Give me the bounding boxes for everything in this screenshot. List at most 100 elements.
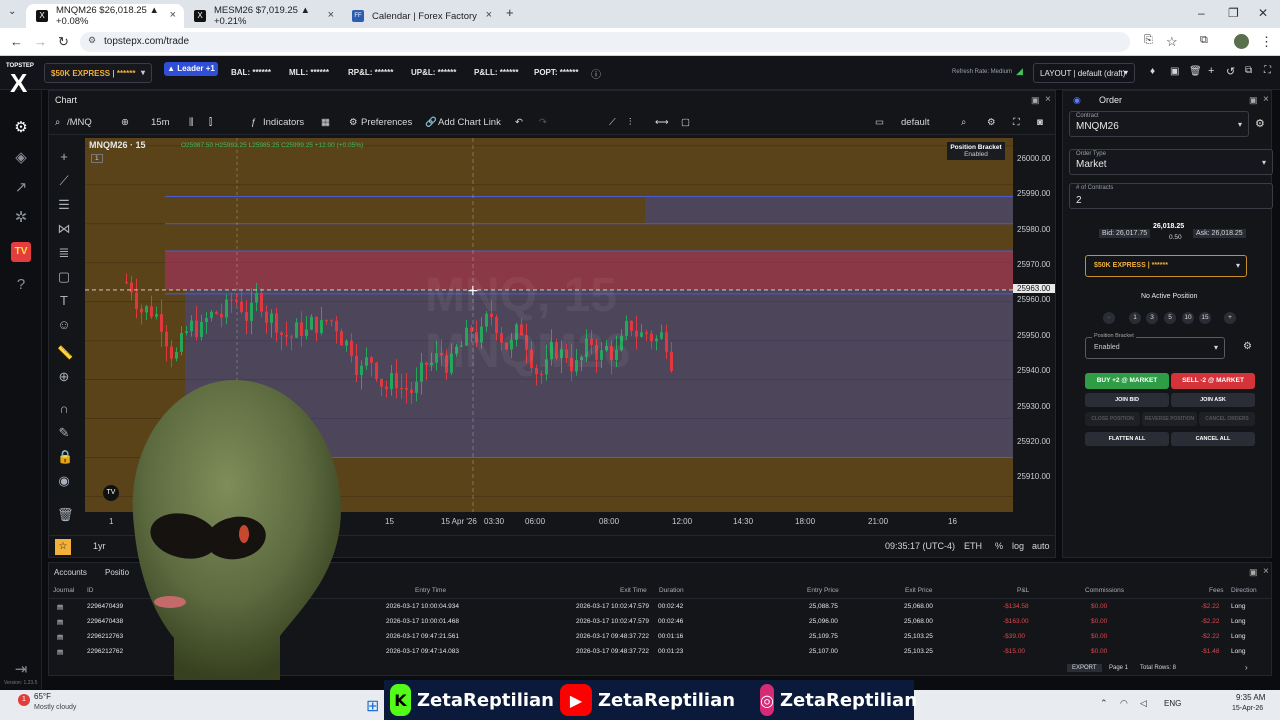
lock-icon[interactable]: 🔒 (57, 449, 73, 465)
trade-icon[interactable]: ⚙ (11, 118, 31, 138)
extensions-icon[interactable]: ⧉ (1200, 34, 1208, 47)
col-entry-time[interactable]: Entry Time (415, 587, 446, 594)
fib-icon[interactable]: ⫶ (629, 117, 631, 128)
bracket-settings-icon[interactable]: ⚙ (1243, 341, 1252, 352)
delete-layout-icon[interactable]: 🗑 (1189, 66, 1202, 77)
undo-icon[interactable]: ↶ (515, 117, 523, 128)
col-entry-price[interactable]: Entry Price (807, 587, 839, 594)
position-bracket-badge[interactable]: Position Bracket Enabled (947, 142, 1005, 160)
contract-selector[interactable]: Contract MNQM26 ▾ (1069, 111, 1249, 137)
qty-10-button[interactable]: 10 (1182, 312, 1194, 324)
close-position-button[interactable]: CLOSE POSITION (1085, 412, 1140, 426)
bar-style-icon[interactable]: ⫼ (189, 117, 193, 128)
fullscreen-icon[interactable]: ⛶ (1264, 65, 1271, 76)
tab-accounts[interactable]: Accounts (54, 568, 87, 577)
volume-icon[interactable]: ◁ (1140, 698, 1147, 709)
journal-icon[interactable]: ▤ (57, 603, 63, 611)
measure-icon[interactable]: ⟷ (655, 117, 669, 128)
tray-chevron-icon[interactable]: ⌃ (1100, 698, 1108, 709)
profile-avatar[interactable] (1234, 34, 1249, 49)
screenshot-frame-icon[interactable]: ▢ (681, 117, 690, 128)
qty-minus-button[interactable]: - (1103, 312, 1115, 324)
journal-icon[interactable]: ▤ (57, 618, 63, 626)
trash-icon[interactable]: 🗑 (57, 507, 74, 523)
join-ask-button[interactable]: JOIN ASK (1171, 393, 1255, 407)
analytics-icon[interactable]: ↗ (11, 178, 31, 198)
qty-5-button[interactable]: 5 (1164, 312, 1176, 324)
zoom-in-icon[interactable]: ⊕ (57, 369, 71, 385)
interval-selector[interactable]: 15m (151, 117, 169, 128)
close-tab-icon[interactable]: × (486, 9, 492, 21)
browser-tab-mes[interactable]: X MESM26 $7,019.25 ▲ +0.21% × (184, 4, 342, 28)
text-tool-icon[interactable]: T (57, 293, 71, 308)
camera-icon[interactable]: ◙ (1037, 117, 1043, 128)
col-exit-time[interactable]: Exit Time (620, 587, 647, 594)
col-exit-price[interactable]: Exit Price (905, 587, 932, 594)
bid-price[interactable]: Bid: 26,017.75 (1099, 229, 1151, 238)
close-window-icon[interactable]: ✕ (1258, 6, 1268, 20)
cancel-orders-button[interactable]: CANCEL ORDERS (1199, 412, 1255, 426)
leader-badge[interactable]: ▲ Leader +1 (164, 62, 218, 76)
browser-menu-icon[interactable]: ⋮ (1260, 34, 1273, 50)
url-field[interactable]: ⚙ topstepx.com/trade (80, 32, 1130, 52)
symbol-search[interactable]: /MNQ (67, 117, 92, 128)
trendline-icon[interactable]: ⟋ (609, 117, 616, 128)
template-box-icon[interactable]: ▭ (875, 117, 884, 128)
help-icon[interactable]: ? (11, 276, 31, 296)
save-layout-icon[interactable]: ▣ (1170, 66, 1179, 77)
auto-button[interactable]: auto (1032, 541, 1050, 551)
export-button[interactable]: EXPORT (1067, 664, 1102, 672)
close-tab-icon[interactable]: × (328, 9, 334, 21)
add-symbol-icon[interactable]: ⊕ (121, 117, 129, 128)
back-icon[interactable]: ← (10, 34, 23, 49)
next-page-icon[interactable]: › (1245, 663, 1248, 672)
forward-icon[interactable]: → (34, 34, 47, 49)
eye-icon[interactable]: ◉ (57, 473, 71, 489)
browser-tab-calendar[interactable]: FF Calendar | Forex Factory × (342, 4, 500, 28)
settings-icon[interactable]: ✲ (11, 208, 31, 228)
restore-icon[interactable]: ❐ (1228, 6, 1239, 20)
order-settings-icon[interactable]: ⚙ (1255, 117, 1265, 130)
log-button[interactable]: log (1012, 541, 1024, 551)
new-tab-icon[interactable]: + (506, 5, 514, 20)
fib-tool-icon[interactable]: ≣ (57, 245, 71, 261)
undo-layout-icon[interactable]: ↺ (1226, 65, 1235, 78)
preferences-button[interactable]: Preferences (361, 117, 412, 128)
link-icon[interactable]: 🔗 (425, 117, 437, 128)
favorite-star-icon[interactable]: ☆ (55, 539, 71, 555)
price-axis[interactable]: 26000.00 25990.00 25980.00 25970.00 2596… (1013, 138, 1055, 512)
notification-icon[interactable]: ♦ (1150, 66, 1155, 77)
contracts-input[interactable]: # of Contracts 2 (1069, 183, 1273, 209)
col-commissions[interactable]: Commissions (1085, 587, 1124, 594)
close-panel-icon[interactable]: × (1263, 566, 1269, 577)
layout-selector[interactable]: LAYOUT | default (draft) ▾ (1033, 63, 1135, 83)
reverse-position-button[interactable]: REVERSE POSITION (1142, 412, 1197, 426)
legend-collapse-marker[interactable]: 1 (91, 154, 103, 163)
browser-tab-mnq[interactable]: X MNQM26 $26,018.25 ▲ +0.08% × (26, 4, 184, 28)
add-chart-link-button[interactable]: Add Chart Link (438, 117, 501, 128)
col-direction[interactable]: Direction (1231, 587, 1257, 594)
account-selector[interactable]: $50K EXPRESS | ****** ▾ (44, 63, 152, 83)
clock-time[interactable]: 9:35 AM (1236, 693, 1265, 702)
notification-badge[interactable]: 1 (18, 694, 30, 706)
maximize-panel-icon[interactable]: ▣ (1249, 95, 1258, 106)
fullscreen-chart-icon[interactable]: ⛶ (1013, 117, 1020, 128)
qty-1-button[interactable]: 1 (1129, 312, 1141, 324)
rectangle-tool-icon[interactable]: ▢ (57, 269, 71, 285)
info-icon[interactable]: ⓘ (591, 66, 601, 81)
wifi-icon[interactable]: ◠ (1120, 698, 1128, 709)
percent-button[interactable]: % (995, 541, 1003, 551)
clock-date[interactable]: 15-Apr-26 (1232, 705, 1263, 712)
emoji-tool-icon[interactable]: ☺ (57, 317, 71, 332)
col-pnl[interactable]: P&L (1017, 587, 1029, 594)
bookmark-star-icon[interactable]: ☆ (1166, 34, 1178, 50)
tab-search-icon[interactable]: ⌄ (8, 6, 16, 17)
order-account-selector[interactable]: $50K EXPRESS | ****** ▾ (1085, 255, 1247, 277)
windows-start-icon[interactable]: ⊞ (366, 696, 379, 716)
maximize-panel-icon[interactable]: ▣ (1031, 95, 1040, 106)
bracket-selector[interactable]: Position Bracket Enabled ▾ (1085, 333, 1225, 359)
flatten-all-button[interactable]: FLATTEN ALL (1085, 432, 1169, 446)
buy-market-button[interactable]: BUY +2 @ MARKET (1085, 373, 1169, 389)
search-icon[interactable]: ⌕ (55, 117, 60, 128)
logout-icon[interactable]: ⇥ (11, 660, 31, 680)
